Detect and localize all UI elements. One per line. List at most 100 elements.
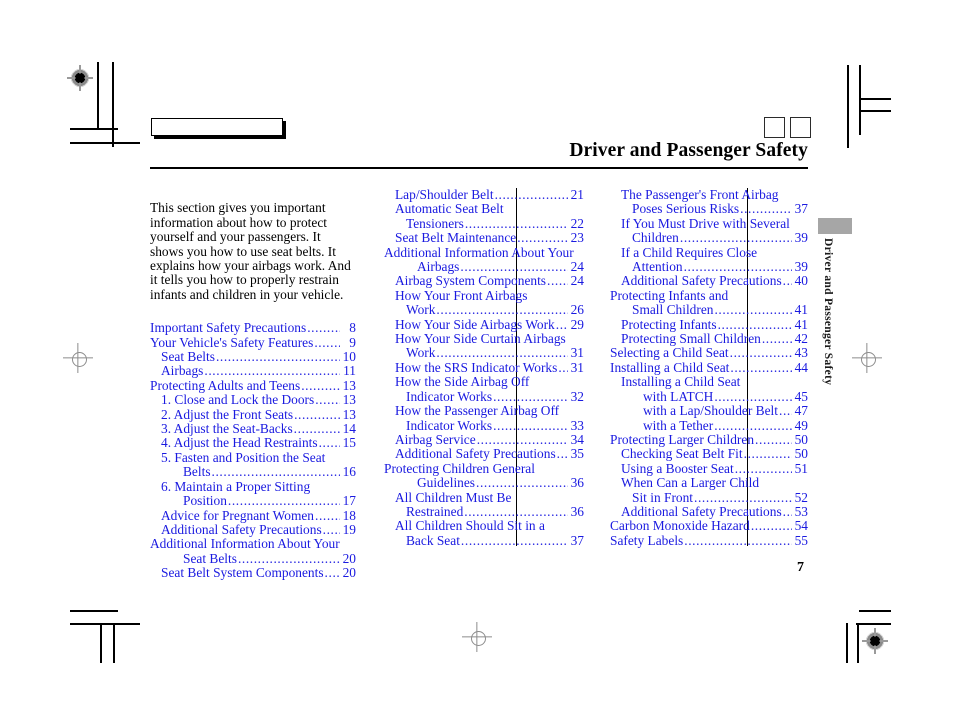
toc-entry[interactable]: Seat Belts..............................… bbox=[150, 552, 356, 566]
toc-entry[interactable]: Protecting Infants......................… bbox=[610, 318, 808, 332]
toc-entry[interactable]: Tensioners..............................… bbox=[384, 217, 584, 231]
toc-entry[interactable]: 5. Fasten and Position the Seat.........… bbox=[150, 451, 356, 465]
toc-entry[interactable]: Seat Belt System Components.............… bbox=[150, 566, 356, 580]
toc-leader-dots: ........................................… bbox=[556, 447, 568, 462]
toc-entry[interactable]: Checking Seat Belt Fit..................… bbox=[610, 447, 808, 461]
toc-entry[interactable]: How Your Side Curtain Airbags...........… bbox=[384, 332, 584, 346]
toc-entry[interactable]: Advice for Pregnant Women...............… bbox=[150, 509, 356, 523]
toc-entry[interactable]: with a Lap/Shoulder Belt................… bbox=[610, 404, 808, 418]
toc-entry[interactable]: Protecting Infants and..................… bbox=[610, 289, 808, 303]
toc-entry-label: Selecting a Child Seat bbox=[610, 346, 729, 361]
toc-entry[interactable]: Indicator Works.........................… bbox=[384, 390, 584, 404]
toc-entry[interactable]: Protecting Small Children...............… bbox=[610, 332, 808, 346]
toc-entry[interactable]: Restrained..............................… bbox=[384, 505, 584, 519]
toc-leader-dots: ........................................… bbox=[493, 389, 568, 404]
toc-entry[interactable]: Seat Belt Maintenance...................… bbox=[384, 231, 584, 245]
toc-entry[interactable]: Indicator Works.........................… bbox=[384, 419, 584, 433]
toc-entry[interactable]: Airbag System Components................… bbox=[384, 274, 584, 288]
toc-entry-label: Seat Belts bbox=[183, 551, 237, 566]
toc-entry[interactable]: Additional Information About Your.......… bbox=[384, 246, 584, 260]
toc-entry[interactable]: Carbon Monoxide Hazard..................… bbox=[610, 519, 808, 533]
toc-entry[interactable]: Important Safety Precautions............… bbox=[150, 321, 356, 335]
toc-entry[interactable]: Lap/Shoulder Belt.......................… bbox=[384, 188, 584, 202]
crop-mark-tr-v1 bbox=[847, 65, 849, 148]
toc-entry-label: Important Safety Precautions bbox=[150, 321, 307, 336]
toc-entry-page: 44 bbox=[794, 360, 808, 375]
toc-entry[interactable]: Additional Information About Your.......… bbox=[150, 537, 356, 551]
toc-entry[interactable]: Protecting Larger Children..............… bbox=[610, 433, 808, 447]
toc-entry[interactable]: Additional Safety Precautions...........… bbox=[150, 523, 356, 537]
toc-entry-label: Additional Safety Precautions bbox=[621, 274, 782, 289]
toc-entry-page: 36 bbox=[570, 504, 584, 519]
toc-entry[interactable]: If a Child Requires Close...............… bbox=[610, 246, 808, 260]
toc-entry[interactable]: Your Vehicle's Safety Features..........… bbox=[150, 336, 356, 350]
toc-entry-label: Airbag Service bbox=[395, 432, 476, 447]
toc-entry[interactable]: Work....................................… bbox=[384, 303, 584, 317]
toc-entry[interactable]: Installing a Child Seat.................… bbox=[610, 375, 808, 389]
toc-entry[interactable]: Airbag Service..........................… bbox=[384, 433, 584, 447]
toc-entry[interactable]: Safety Labels...........................… bbox=[610, 534, 808, 548]
toc-entry-label: How Your Front Airbags bbox=[395, 288, 528, 303]
toc-entry[interactable]: Protecting Children General.............… bbox=[384, 462, 584, 476]
toc-entry-label: Additional Information About Your bbox=[150, 537, 340, 552]
toc-entry[interactable]: Additional Safety Precautions...........… bbox=[384, 447, 584, 461]
toc-entry[interactable]: Attention...............................… bbox=[610, 260, 808, 274]
toc-entry-label: All Children Must Be bbox=[395, 490, 512, 505]
toc-entry[interactable]: All Children Should Sit in a............… bbox=[384, 519, 584, 533]
toc-entry[interactable]: Poses Serious Risks.....................… bbox=[610, 202, 808, 216]
toc-entry-page: 50 bbox=[794, 447, 808, 462]
toc-entry[interactable]: 2. Adjust the Front Seats...............… bbox=[150, 408, 356, 422]
toc-leader-dots: ........................................… bbox=[734, 461, 792, 476]
toc-entry[interactable]: Guidelines..............................… bbox=[384, 476, 584, 490]
toc-entry[interactable]: The Passenger's Front Airbag............… bbox=[610, 188, 808, 202]
crop-mark-tl-v1 bbox=[97, 62, 99, 129]
toc-entry[interactable]: Position................................… bbox=[150, 494, 356, 508]
toc-entry[interactable]: Installing a Child Seat.................… bbox=[610, 361, 808, 375]
toc-entry[interactable]: If You Must Drive with Several..........… bbox=[610, 217, 808, 231]
toc-entry[interactable]: 3. Adjust the Seat-Backs................… bbox=[150, 422, 356, 436]
toc-entry[interactable]: Automatic Seat Belt.....................… bbox=[384, 202, 584, 216]
toc-entry[interactable]: Seat Belts..............................… bbox=[150, 350, 356, 364]
toc-entry-label: Work bbox=[406, 346, 436, 361]
toc-leader-dots: ........................................… bbox=[318, 436, 340, 451]
toc-entry[interactable]: How the Passenger Airbag Off............… bbox=[384, 404, 584, 418]
toc-entry[interactable]: Airbags.................................… bbox=[150, 364, 356, 378]
square-icon-2 bbox=[790, 117, 811, 138]
toc-entry[interactable]: Selecting a Child Seat..................… bbox=[610, 346, 808, 360]
toc-entry-label: with a Lap/Shoulder Belt bbox=[643, 404, 778, 419]
toc-column-3: The Passenger's Front Airbag............… bbox=[610, 188, 808, 548]
toc-leader-dots: ........................................… bbox=[315, 508, 340, 523]
toc-entry[interactable]: How Your Side Airbags Work..............… bbox=[384, 318, 584, 332]
toc-leader-dots: ........................................… bbox=[779, 404, 792, 419]
toc-entry[interactable]: How Your Front Airbags..................… bbox=[384, 289, 584, 303]
toc-entry[interactable]: How the SRS Indicator Works.............… bbox=[384, 361, 584, 375]
toc-entry[interactable]: Using a Booster Seat....................… bbox=[610, 462, 808, 476]
toc-leader-dots: ........................................… bbox=[460, 260, 568, 275]
toc-entry[interactable]: with LATCH..............................… bbox=[610, 390, 808, 404]
toc-entry[interactable]: All Children Must Be....................… bbox=[384, 491, 584, 505]
registration-crosshair-right bbox=[852, 343, 882, 373]
toc-entry[interactable]: Airbags.................................… bbox=[384, 260, 584, 274]
toc-entry[interactable]: Back Seat...............................… bbox=[384, 534, 584, 548]
toc-entry-page: 55 bbox=[794, 533, 808, 548]
toc-entry[interactable]: Sit in Front............................… bbox=[610, 491, 808, 505]
toc-entry[interactable]: Additional Safety Precautions...........… bbox=[610, 505, 808, 519]
toc-entry[interactable]: Work....................................… bbox=[384, 346, 584, 360]
toc-entry-page: 13 bbox=[342, 393, 356, 408]
toc-entry[interactable]: Small Children..........................… bbox=[610, 303, 808, 317]
toc-entry[interactable]: Children................................… bbox=[610, 231, 808, 245]
toc-entry[interactable]: When Can a Larger Child.................… bbox=[610, 476, 808, 490]
toc-entry[interactable]: Belts...................................… bbox=[150, 465, 356, 479]
toc-entry-label: Additional Safety Precautions bbox=[395, 447, 556, 462]
toc-leader-dots: ........................................… bbox=[750, 519, 792, 534]
toc-entry[interactable]: Protecting Adults and Teens.............… bbox=[150, 379, 356, 393]
toc-entry[interactable]: 4. Adjust the Head Restraints...........… bbox=[150, 436, 356, 450]
toc-entry[interactable]: with a Tether...........................… bbox=[610, 419, 808, 433]
toc-entry[interactable]: 1. Close and Lock the Doors.............… bbox=[150, 393, 356, 407]
toc-entry[interactable]: 6. Maintain a Proper Sitting............… bbox=[150, 480, 356, 494]
toc-entry-label: Protecting Adults and Teens bbox=[150, 378, 301, 393]
toc-entry[interactable]: How the Side Airbag Off.................… bbox=[384, 375, 584, 389]
toc-entry-label: Restrained bbox=[406, 504, 464, 519]
toc-entry[interactable]: Additional Safety Precautions...........… bbox=[610, 274, 808, 288]
toc-entry-label: How the Side Airbag Off bbox=[395, 375, 530, 390]
